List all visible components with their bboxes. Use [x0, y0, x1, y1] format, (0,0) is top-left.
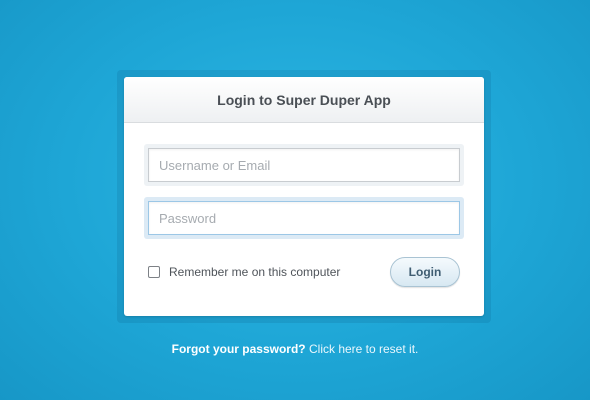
- remember-me-label: Remember me on this computer: [169, 265, 341, 279]
- remember-me[interactable]: Remember me on this computer: [148, 265, 340, 279]
- forgot-password-question: Forgot your password?: [171, 342, 306, 356]
- reset-password-link[interactable]: Click here to reset it.: [309, 342, 418, 356]
- username-input[interactable]: [148, 148, 460, 182]
- username-field-wrapper: [144, 144, 464, 186]
- remember-me-checkbox[interactable]: [148, 266, 160, 278]
- login-card: Login to Super Duper App Remember me on …: [124, 77, 484, 316]
- password-input[interactable]: [148, 201, 460, 235]
- login-title: Login to Super Duper App: [217, 91, 391, 108]
- forgot-password-line: Forgot your password? Click here to rese…: [0, 342, 590, 356]
- password-field-wrapper: [144, 197, 464, 239]
- login-button[interactable]: Login: [390, 257, 460, 287]
- login-card-header: Login to Super Duper App: [124, 77, 484, 123]
